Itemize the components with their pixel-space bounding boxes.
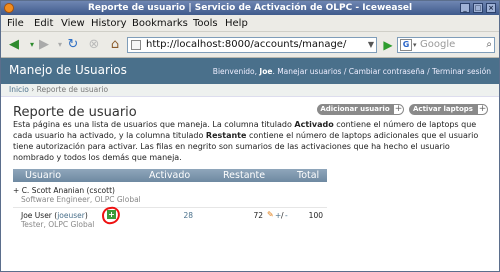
menu-edit[interactable]: Edit	[34, 18, 53, 29]
menu-help[interactable]: Help	[225, 18, 248, 29]
site-brand[interactable]: Manejo de Usuarios	[9, 63, 127, 77]
column-user[interactable]: Usuario	[25, 170, 61, 181]
menu-bookmarks[interactable]: Bookmarks	[132, 18, 188, 29]
breadcrumb-home[interactable]: Inicio	[9, 85, 29, 94]
search-placeholder: Google	[420, 39, 456, 50]
back-icon[interactable]: ◀	[5, 36, 23, 54]
menu-history[interactable]: History	[91, 18, 127, 29]
search-bar[interactable]: G ▾ Google ⌕	[397, 37, 495, 53]
url-dropdown-icon[interactable]: ▼	[368, 38, 374, 52]
maximize-button[interactable]: □	[473, 3, 483, 13]
column-total[interactable]: Total	[297, 170, 319, 181]
navigation-toolbar: ◀ ▾ ▶ ▾ ↻ ⊗ ⌂ http://localhost:8000/acco…	[1, 32, 499, 58]
add-user-plus-icon[interactable]: +	[393, 104, 404, 115]
table-row: + C. Scott Ananian (cscott) Software Eng…	[13, 186, 327, 206]
menu-tools[interactable]: Tools	[193, 18, 218, 29]
expand-icon[interactable]: +	[13, 186, 19, 195]
table-header: Usuario Activado Restante Total	[13, 169, 327, 182]
stop-icon[interactable]: ⊗	[85, 36, 103, 54]
user-subtitle: Tester, OLPC Global	[21, 220, 95, 229]
page-description: Esta página es una lista de usuarios que…	[13, 120, 479, 162]
user-name: Joe User (joeuser)	[21, 211, 88, 220]
iceweasel-icon	[4, 3, 14, 13]
menu-bar: File Edit View History Bookmarks Tools H…	[1, 15, 499, 32]
page-title: Reporte de usuario	[13, 105, 137, 120]
breadcrumb: Inicio › Reporte de usuario	[1, 84, 499, 97]
close-button[interactable]: ×	[486, 3, 496, 13]
search-icon[interactable]: ⌕	[486, 38, 492, 52]
window-title: Reporte de usuario | Servicio de Activac…	[87, 3, 413, 13]
menu-file[interactable]: File	[7, 18, 24, 29]
user-name: + C. Scott Ananian (cscott)	[13, 186, 115, 195]
page-icon	[131, 40, 141, 50]
annotation-circle	[100, 205, 122, 226]
main-content: Reporte de usuario Adicionar usuario + A…	[13, 97, 493, 267]
title-bar: Reporte de usuario | Servicio de Activac…	[1, 1, 499, 15]
edit-pencil-icon[interactable]: ✎	[267, 210, 274, 219]
reload-icon[interactable]: ↻	[64, 36, 82, 54]
table-row: Joe User (joeuser) + Tester, OLPC Global…	[13, 205, 327, 231]
browser-window: Reporte de usuario | Servicio de Activac…	[0, 0, 500, 272]
column-activated[interactable]: Activado	[149, 170, 190, 181]
activated-count[interactable]: 28	[175, 211, 193, 220]
activate-laptops-button[interactable]: Activar laptops	[409, 104, 477, 115]
google-icon[interactable]: G	[400, 39, 412, 51]
search-engine-dropdown-icon[interactable]: ▾	[413, 38, 417, 52]
url-bar[interactable]: http://localhost:8000/accounts/manage/ ▼	[127, 37, 377, 53]
breadcrumb-current: Reporte de usuario	[36, 85, 109, 94]
add-user-button[interactable]: Adicionar usuario	[317, 104, 393, 115]
home-icon[interactable]: ⌂	[106, 36, 124, 54]
total-count: 100	[308, 211, 323, 220]
column-remaining[interactable]: Restante	[223, 170, 265, 181]
remaining-count: 72	[253, 211, 263, 220]
user-links: Bienvenido, Joe. Manejar usuarios / Camb…	[212, 67, 491, 76]
menu-view[interactable]: View	[61, 18, 85, 29]
go-icon[interactable]: ▶	[381, 38, 395, 52]
current-user: Joe	[259, 67, 273, 76]
user-login-link[interactable]: joeuser	[57, 211, 85, 220]
account-links[interactable]: . Manejar usuarios / Cambiar contraseña …	[272, 67, 491, 76]
user-subtitle: Software Engineer, OLPC Global	[21, 195, 141, 204]
minimize-button[interactable]: _	[460, 3, 470, 13]
url-text: http://localhost:8000/accounts/manage/	[146, 39, 347, 50]
row-divider	[13, 207, 327, 208]
decrement-link[interactable]: -	[285, 211, 288, 220]
site-header: Manejo de Usuarios Bienvenido, Joe. Mane…	[1, 58, 499, 84]
activate-laptops-plus-icon[interactable]: +	[477, 104, 488, 115]
